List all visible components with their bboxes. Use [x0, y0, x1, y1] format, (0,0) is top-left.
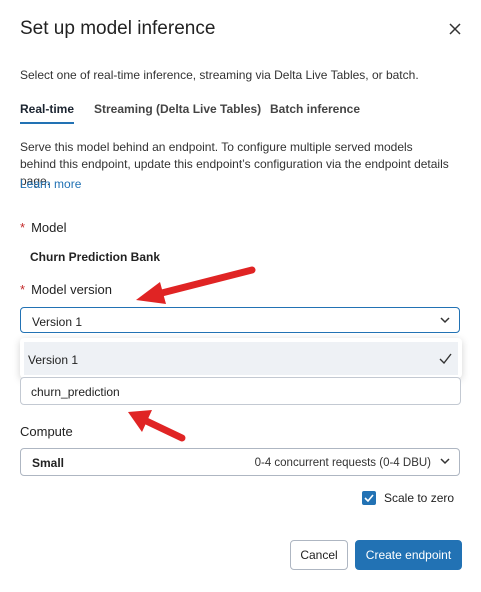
dialog-title: Set up model inference — [20, 18, 216, 39]
endpoint-name-value: churn_prediction — [31, 385, 120, 399]
version-option[interactable]: Version 1 — [24, 342, 458, 375]
tab-batch-inference[interactable]: Batch inference — [270, 102, 360, 122]
tab-real-time[interactable]: Real-time — [20, 102, 75, 124]
compute-label: Compute — [20, 424, 73, 439]
chevron-down-icon — [440, 317, 450, 324]
cancel-button[interactable]: Cancel — [290, 540, 348, 570]
model-version-selected: Version 1 — [32, 315, 83, 329]
model-version-label: * Model version — [20, 282, 112, 297]
dialog-subtitle: Select one of real-time inference, strea… — [20, 68, 419, 82]
annotation-arrow — [128, 410, 186, 442]
model-version-dropdown: Version 1 — [20, 338, 462, 378]
compute-size-value: Small — [32, 456, 65, 470]
chevron-down-icon — [440, 458, 450, 465]
setup-inference-dialog: Set up model inference Select one of rea… — [0, 0, 481, 592]
scale-to-zero-checkbox[interactable] — [362, 491, 376, 505]
learn-more-link[interactable]: Learn more — [20, 177, 81, 191]
close-icon[interactable] — [446, 20, 464, 38]
endpoint-name-input[interactable]: churn_prediction — [20, 377, 461, 405]
version-option-label: Version 1 — [28, 353, 79, 367]
model-label: * Model — [20, 220, 67, 235]
annotation-arrow — [136, 266, 256, 304]
model-version-select[interactable]: Version 1 — [20, 307, 460, 333]
required-marker: * — [20, 220, 26, 235]
tab-streaming[interactable]: Streaming (Delta Live Tables) — [94, 102, 261, 122]
tab-description: Serve this model behind an endpoint. To … — [20, 140, 449, 188]
create-endpoint-button[interactable]: Create endpoint — [355, 540, 462, 570]
inference-tabs: Real-time Streaming (Delta Live Tables) … — [20, 102, 461, 126]
checkbox-check-icon — [364, 494, 374, 502]
required-marker: * — [20, 282, 26, 297]
scale-to-zero-label: Scale to zero — [384, 491, 455, 505]
checkmark-icon — [439, 353, 452, 364]
compute-select[interactable]: Small 0-4 concurrent requests (0-4 DBU) — [20, 448, 460, 476]
compute-detail: 0-4 concurrent requests (0-4 DBU) — [254, 457, 431, 469]
